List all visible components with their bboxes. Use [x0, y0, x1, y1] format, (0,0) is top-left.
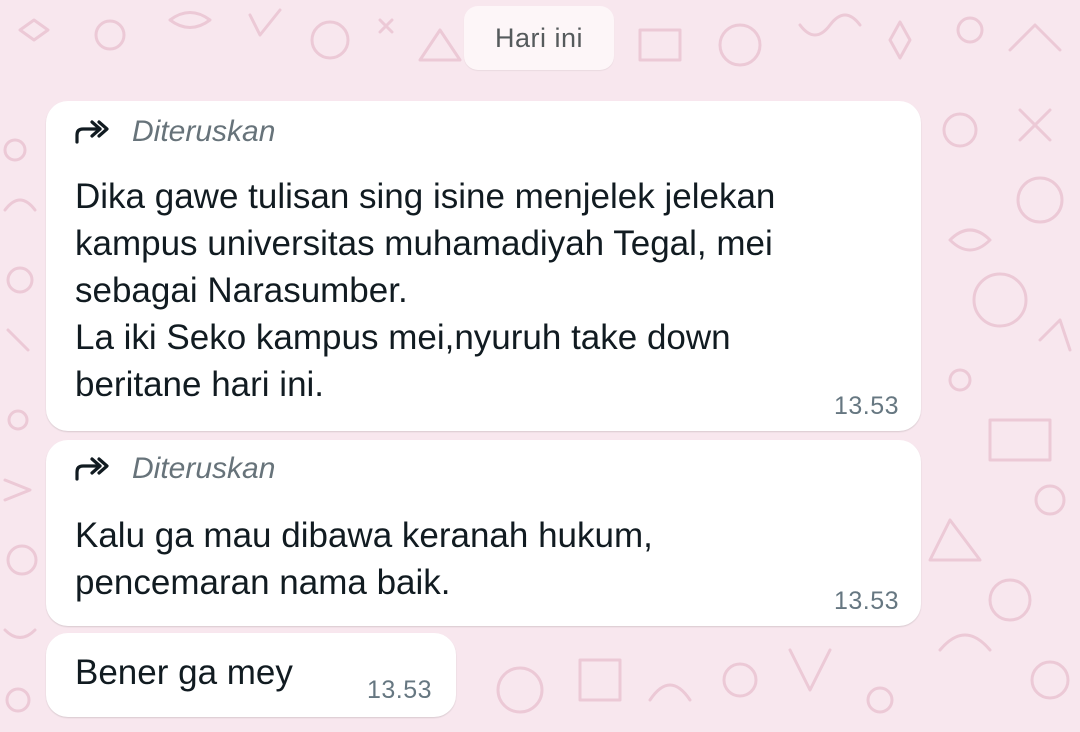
message-bubble[interactable]: Bener ga mey 13.53 — [46, 633, 456, 717]
message-bubble[interactable]: Diteruskan Kalu ga mau dibawa keranah hu… — [46, 440, 921, 626]
message-text: Dika gawe tulisan sing isine menjelek je… — [75, 177, 776, 404]
message-text: Bener ga mey — [75, 653, 293, 692]
forwarded-indicator: Diteruskan — [74, 452, 275, 486]
message-time: 13.53 — [366, 676, 432, 704]
forwarded-label: Diteruskan — [132, 452, 276, 485]
forward-arrow-icon — [75, 120, 109, 144]
message-bubble[interactable]: Diteruskan Dika gawe tulisan sing isine … — [46, 101, 921, 431]
message-time: 13.53 — [833, 392, 899, 420]
message-time: 13.53 — [833, 587, 899, 615]
message-text: Kalu ga mau dibawa keranah hukum, pencem… — [75, 516, 653, 602]
date-divider: Hari ini — [464, 6, 614, 70]
forward-arrow-icon — [75, 457, 109, 481]
forwarded-indicator: Diteruskan — [74, 115, 275, 149]
forwarded-label: Diteruskan — [132, 115, 276, 148]
